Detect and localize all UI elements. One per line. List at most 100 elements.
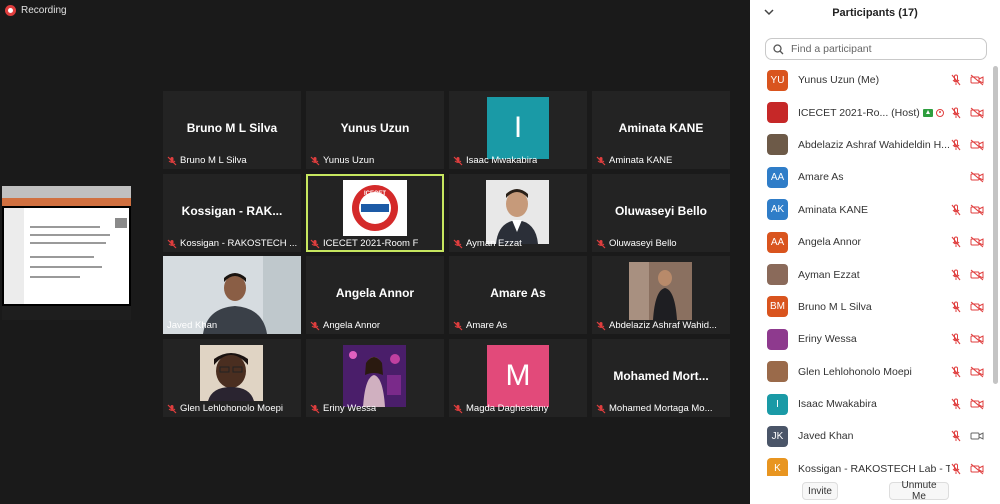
camera-off-icon[interactable] (970, 236, 984, 248)
mic-off-icon[interactable] (950, 398, 962, 410)
share-screen-icon (922, 108, 933, 117)
profile-photo (486, 180, 549, 244)
record-icon (5, 5, 16, 16)
camera-on-icon[interactable] (970, 430, 984, 442)
avatar (767, 102, 788, 124)
participant-row[interactable]: BM Bruno M L Silva (750, 291, 994, 323)
participant-row[interactable]: Ayman Ezzat (750, 258, 994, 290)
video-tile-yunus[interactable]: Yunus Uzun Yunus Uzun (306, 91, 444, 169)
video-tile-mohamed[interactable]: Mohamed Mort... Mohamed Mortaga Mo... (592, 339, 730, 417)
video-tile-glen[interactable]: Glen Lehlohonolo Moepi (163, 339, 301, 417)
participant-row[interactable]: JK Javed Khan (750, 420, 994, 452)
avatar: AA (767, 231, 788, 253)
participant-name: Amare As (798, 171, 844, 184)
video-tile-isaac[interactable]: I Isaac Mwakabira (449, 91, 587, 169)
participant-row[interactable]: AA Angela Annor (750, 226, 994, 258)
avatar: AK (767, 199, 788, 221)
participant-row[interactable]: Eriny Wessa (750, 323, 994, 355)
mic-off-icon[interactable] (950, 366, 962, 378)
camera-off-icon[interactable] (970, 74, 984, 86)
camera-off-icon[interactable] (970, 301, 984, 313)
tile-label: Eriny Wessa (310, 403, 376, 414)
invite-button[interactable]: Invite (802, 482, 838, 500)
participant-name-large: Bruno M L Silva (186, 121, 278, 135)
participant-row[interactable]: K Kossigan - RAKOSTECH Lab - T... (750, 453, 994, 476)
mic-off-icon[interactable] (950, 269, 962, 281)
recording-indicator[interactable]: Recording (5, 5, 67, 16)
participants-panel: Participants (17) YU Yunus Uzun (Me) ICECE… (750, 0, 1000, 504)
svg-text:ICECET: ICECET (364, 191, 386, 197)
participant-name: Ayman Ezzat (798, 268, 860, 281)
participant-name: Angela Annor (798, 236, 862, 249)
participant-row[interactable]: Abdelaziz Ashraf Wahideldin H... (750, 129, 994, 161)
avatar: BM (767, 296, 788, 318)
video-tile-oluwaseyi[interactable]: Oluwaseyi Bello Oluwaseyi Bello (592, 174, 730, 252)
participant-row[interactable]: ICECET 2021-Ro... (Host) (750, 96, 994, 128)
avatar (767, 264, 788, 286)
participant-row[interactable]: YU Yunus Uzun (Me) (750, 64, 994, 96)
avatar (767, 361, 788, 383)
participant-name: Javed Khan (798, 430, 854, 443)
video-tile-bruno[interactable]: Bruno M L Silva Bruno M L Silva (163, 91, 301, 169)
unmute-me-button[interactable]: Unmute Me (889, 480, 949, 502)
mic-off-icon[interactable] (950, 107, 962, 119)
mic-off-icon (453, 321, 463, 330)
ieee-logo-icon: ICECET (352, 185, 398, 231)
participant-name: Aminata KANE (798, 203, 869, 216)
camera-off-icon[interactable] (970, 333, 984, 345)
camera-off-icon[interactable] (970, 107, 984, 119)
icecet-logo: ICECET (343, 180, 407, 236)
mic-off-icon[interactable] (950, 463, 962, 475)
participant-row[interactable]: AK Aminata KANE (750, 194, 994, 226)
presenter-camera-thumb (115, 218, 127, 228)
participant-row[interactable]: I Isaac Mwakabira (750, 388, 994, 420)
participant-name-large: Kossigan - RAK... (181, 204, 283, 218)
video-tile-javed[interactable]: Javed Khan (163, 256, 301, 334)
participant-name: Glen Lehlohonolo Moepi (798, 365, 912, 378)
mic-off-icon (453, 239, 463, 248)
mic-off-icon (596, 321, 606, 330)
participant-name-large: Yunus Uzun (340, 121, 410, 135)
camera-off-icon[interactable] (970, 366, 984, 378)
profile-photo (200, 345, 263, 401)
mic-off-icon[interactable] (950, 74, 962, 86)
mic-off-icon (310, 404, 320, 413)
panel-title: Participants (17) (832, 7, 918, 19)
video-tile-kossigan[interactable]: Kossigan - RAK... Kossigan - RAKOSTECH .… (163, 174, 301, 252)
mic-off-icon (167, 239, 177, 248)
search-input[interactable] (789, 42, 983, 56)
camera-off-icon[interactable] (970, 398, 984, 410)
meeting-area: Recording Bruno M L Silva Bruno M L Silv… (0, 0, 750, 504)
mic-off-icon[interactable] (950, 139, 962, 151)
participant-name: Abdelaziz Ashraf Wahideldin H... (798, 138, 950, 151)
participant-row[interactable]: AA Amare As (750, 161, 994, 193)
participant-search[interactable] (765, 38, 987, 60)
video-tile-ayman[interactable]: Ayman Ezzat (449, 174, 587, 252)
mic-off-icon (453, 156, 463, 165)
tile-label: Amare As (453, 320, 507, 331)
scrollbar[interactable] (993, 64, 998, 484)
camera-off-icon[interactable] (970, 139, 984, 151)
camera-off-icon[interactable] (970, 463, 984, 475)
video-tile-amare[interactable]: Amare As Amare As (449, 256, 587, 334)
mic-off-icon[interactable] (950, 333, 962, 345)
avatar: JK (767, 425, 788, 447)
mic-off-icon[interactable] (950, 301, 962, 313)
camera-off-icon[interactable] (970, 204, 984, 216)
video-tile-angela[interactable]: Angela Annor Angela Annor (306, 256, 444, 334)
mic-off-icon[interactable] (950, 204, 962, 216)
tile-label: Glen Lehlohonolo Moepi (167, 403, 283, 414)
participant-row[interactable]: Glen Lehlohonolo Moepi (750, 356, 994, 388)
video-tile-aminata[interactable]: Aminata KANE Aminata KANE (592, 91, 730, 169)
video-tile-magda[interactable]: M Magda Daghestany (449, 339, 587, 417)
camera-off-icon[interactable] (970, 171, 984, 183)
video-tile-icecet-host[interactable]: ICECET ICECET 2021-Room F (306, 174, 444, 252)
mic-off-icon[interactable] (950, 236, 962, 248)
camera-off-icon[interactable] (970, 269, 984, 281)
search-icon (773, 43, 784, 54)
video-tile-abdelaziz[interactable]: Abdelaziz Ashraf Wahid... (592, 256, 730, 334)
mic-off-icon[interactable] (950, 430, 962, 442)
mic-off-icon (596, 156, 606, 165)
shared-screen-thumbnail[interactable] (2, 186, 131, 320)
video-tile-eriny[interactable]: Eriny Wessa (306, 339, 444, 417)
